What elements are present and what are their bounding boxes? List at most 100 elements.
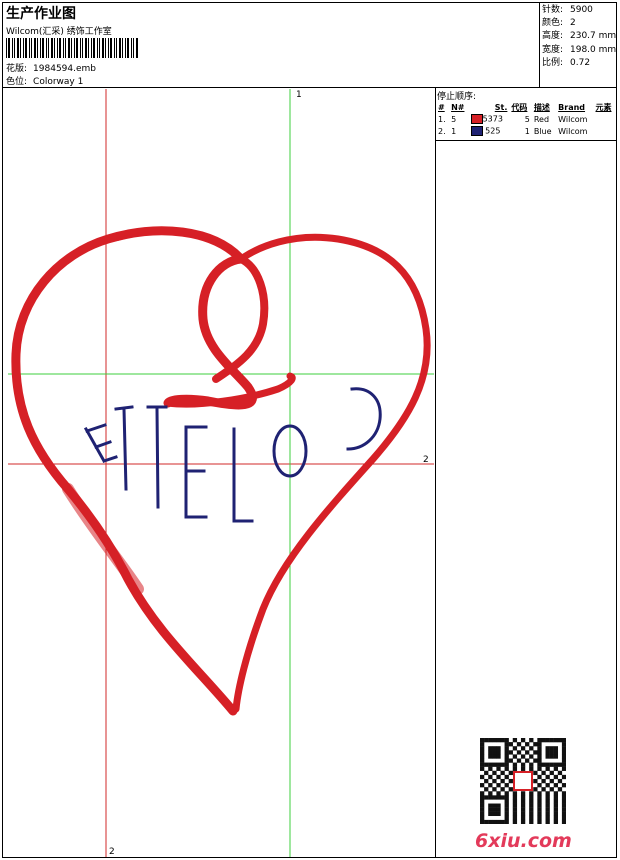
qr-module (480, 791, 485, 796)
qr-module (500, 819, 505, 824)
barcode-bar (57, 38, 58, 58)
qr-module (480, 746, 485, 751)
qr-module (529, 815, 534, 821)
barcode-bar (6, 38, 7, 58)
qr-module (500, 787, 505, 792)
qr-module (504, 738, 509, 743)
barcode-bar (65, 38, 66, 58)
qr-module (480, 783, 485, 788)
barcode-bar (97, 38, 98, 58)
table-row: 2. 1 525 1 Blue Wilcom (438, 126, 588, 136)
qr-module (537, 754, 542, 759)
qr-module (561, 754, 566, 759)
qr-module (488, 791, 493, 796)
qr-module (545, 791, 550, 796)
pattern-label: 花版: (6, 64, 28, 74)
qr-module (504, 783, 509, 788)
qr-module (488, 774, 493, 780)
table-row: 1. 5 5373 5 Red Wilcom (438, 114, 588, 124)
colorway: 色位: Colorway 1 (6, 74, 83, 87)
qr-module (480, 774, 485, 780)
qr-module (557, 738, 563, 743)
qr-module (488, 795, 493, 800)
qr-module (504, 795, 509, 800)
qr-module (480, 758, 485, 763)
qr-module (492, 787, 497, 792)
qr-module (553, 766, 559, 771)
barcode-bar (46, 38, 47, 58)
qr-module (529, 746, 534, 751)
letter-e-1 (83, 423, 118, 464)
page-title: 生产作业图 (6, 6, 76, 22)
qr-module (492, 811, 497, 817)
axis-label-top: 1 (296, 90, 302, 100)
qr-module (545, 811, 550, 817)
qr-module (541, 762, 546, 767)
qr-module (561, 819, 566, 824)
colorway-value: Colorway 1 (33, 77, 84, 87)
barcode-bar (20, 38, 21, 58)
qr-module (545, 746, 550, 751)
qr-module (508, 787, 513, 792)
barcode-bar (12, 38, 13, 58)
qr-module (537, 819, 542, 824)
qr-module (520, 815, 526, 821)
qr-module (529, 754, 534, 759)
barcode-bar (136, 38, 138, 58)
qr-module (504, 815, 509, 821)
watermark-brand: 6xiu.com (475, 830, 572, 852)
barcode-bar (105, 38, 106, 58)
qr-code-icon (480, 738, 566, 824)
qr-module (508, 750, 513, 755)
qr-module (537, 774, 542, 780)
qr-module (537, 803, 542, 808)
qr-module (525, 758, 530, 763)
qr-module (484, 762, 489, 767)
qr-module (484, 738, 489, 743)
qr-module (496, 746, 501, 751)
barcode-bar (93, 38, 95, 58)
qr-module (480, 742, 485, 747)
qr-module (480, 807, 485, 812)
qr-module (561, 799, 566, 804)
qr-module (504, 758, 509, 763)
stat-width: 宽度: 198.0 mm (542, 44, 617, 55)
qr-module (496, 783, 501, 788)
qr-module (553, 754, 559, 759)
qr-module (537, 811, 542, 817)
qr-module (480, 754, 485, 759)
qr-module (488, 738, 493, 743)
qr-module (492, 795, 497, 800)
qr-module (549, 746, 554, 751)
qr-module (500, 770, 505, 776)
qr-module (504, 819, 509, 824)
color-swatch (470, 126, 483, 136)
qr-module (512, 811, 518, 817)
barcode-bar (25, 38, 27, 58)
qr-module (561, 783, 566, 788)
barcode-bar (88, 38, 89, 58)
qr-module (553, 762, 559, 767)
qr-module (520, 738, 526, 743)
stat-colors: 颜色: 2 (542, 18, 576, 29)
qr-module (496, 791, 501, 796)
col-code: 代码 (511, 102, 528, 112)
color-swatch (470, 114, 483, 124)
qr-module (512, 819, 518, 824)
qr-module (529, 795, 534, 800)
qr-module (512, 795, 518, 800)
col-desc: 描述 (533, 102, 550, 112)
qr-module (504, 766, 509, 771)
qr-module (484, 787, 489, 792)
qr-module (537, 766, 542, 771)
qr-module (561, 738, 566, 743)
qr-module (529, 799, 534, 804)
qr-module (537, 795, 542, 800)
barcode-bar (37, 38, 38, 58)
col-stitches: St. (494, 102, 508, 112)
qr-module (504, 750, 509, 755)
qr-module (553, 807, 559, 812)
studio-name: Wilcom(汇采) 绣饰工作室 (6, 27, 112, 37)
qr-module (541, 770, 546, 776)
barcode-bar (17, 38, 19, 58)
